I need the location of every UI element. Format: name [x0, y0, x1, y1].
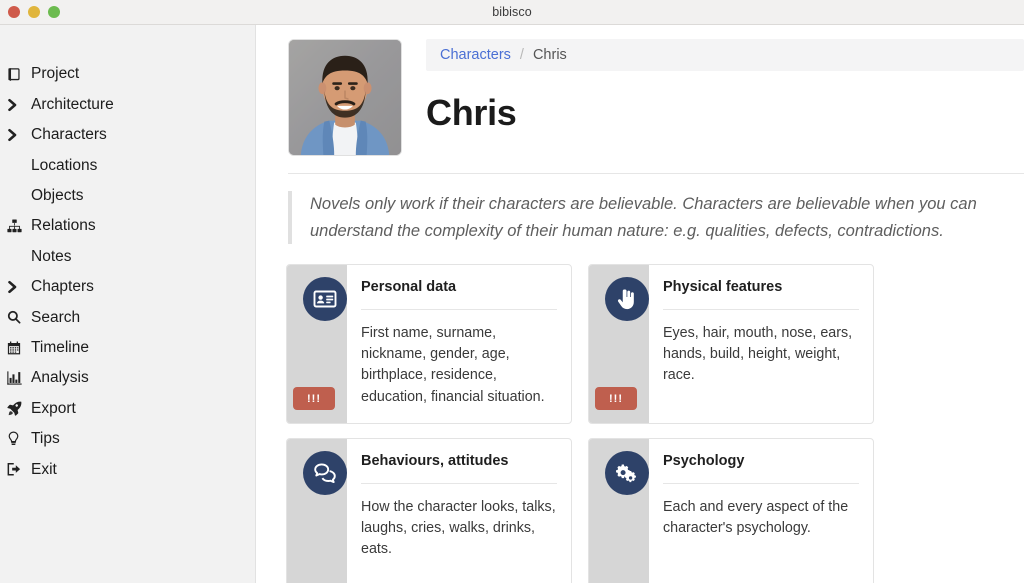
quote-line-2: understand the complexity of their human… — [310, 221, 944, 240]
sidebar-item-locations[interactable]: Locations — [0, 150, 255, 180]
sidebar-item-objects[interactable]: Objects — [0, 181, 255, 211]
chevron-right-icon — [7, 278, 31, 296]
card-description: Eyes, hair, mouth, nose, ears, hands, bu… — [663, 324, 853, 384]
card-title: Behaviours, attitudes — [361, 453, 509, 470]
chevron-right-icon — [7, 126, 31, 144]
breadcrumb-separator: / — [519, 47, 524, 63]
sidebar-item-spacer — [7, 248, 31, 266]
sidebar-item-project[interactable]: Project — [0, 59, 255, 89]
breadcrumb: Characters / Chris — [426, 39, 1024, 71]
page-title: Chris — [426, 92, 517, 133]
card-description: Each and every aspect of the character's… — [663, 498, 849, 537]
card-title: Personal data — [361, 279, 457, 296]
lightbulb-icon — [7, 430, 31, 448]
sidebar-item-label: Tips — [31, 430, 60, 448]
header-divider — [288, 173, 1024, 174]
sidebar-item-label: Export — [31, 399, 76, 417]
window-title-bar: bibisco — [0, 0, 1024, 25]
rocket-icon — [7, 399, 31, 417]
card-psychology[interactable]: Psychology Each and every aspect of the c… — [588, 438, 874, 583]
window-title: bibisco — [492, 5, 532, 19]
sidebar-item-label: Exit — [31, 460, 57, 478]
character-header: Characters / Chris Chris — [256, 25, 1024, 156]
sidebar-item-label: Relations — [31, 217, 96, 235]
sidebar-item-search[interactable]: Search — [0, 302, 255, 332]
breadcrumb-current: Chris — [532, 47, 567, 63]
sidebar-item-label: Characters — [31, 126, 107, 144]
header-right: Characters / Chris Chris — [402, 39, 1024, 131]
sidebar-item-label: Locations — [31, 156, 98, 174]
search-icon — [7, 308, 31, 326]
card-body: Personal data First name, surname, nickna… — [347, 265, 571, 423]
sidebar-item-spacer — [7, 156, 31, 174]
character-info-cards: !!! Personal data First name, surname, nic… — [286, 264, 906, 583]
intro-quote: Novels only work if their characters are… — [288, 191, 1024, 245]
card-behaviours-attitudes[interactable]: Behaviours, attitudes How the character l… — [286, 438, 572, 583]
sidebar-item-label: Timeline — [31, 338, 89, 356]
sidebar-item-exit[interactable]: Exit — [0, 454, 255, 484]
close-button[interactable] — [8, 6, 20, 18]
main-content: Characters / Chris Chris Novels only wor… — [256, 25, 1024, 583]
app-shell: Project Architecture Characters Locations Ob… — [0, 25, 1024, 583]
card-status-badge: !!! — [595, 387, 637, 411]
card-description: How the character looks, talks, laughs, … — [361, 498, 556, 558]
sidebar-item-characters[interactable]: Characters — [0, 120, 255, 150]
card-status-badge: !!! — [293, 387, 335, 411]
sidebar-item-analysis[interactable]: Analysis — [0, 363, 255, 393]
sidebar-item-label: Architecture — [31, 95, 114, 113]
chevron-right-icon — [7, 96, 31, 114]
sidebar-item-relations[interactable]: Relations — [0, 211, 255, 241]
sidebar-item-export[interactable]: Export — [0, 393, 255, 423]
avatar[interactable] — [288, 39, 402, 156]
sidebar-item-timeline[interactable]: Timeline — [0, 333, 255, 363]
sidebar-item-label: Objects — [31, 187, 84, 204]
sidebar-item-architecture[interactable]: Architecture — [0, 89, 255, 119]
quote-line-1: Novels only work if their characters are… — [310, 195, 977, 213]
sidebar-item-label: Search — [31, 308, 81, 326]
sidebar-item-label: Analysis — [31, 369, 89, 387]
card-description: First name, surname, nickname, gender, a… — [361, 324, 545, 405]
sidebar-item-spacer — [7, 187, 31, 205]
card-title: Psychology — [663, 453, 745, 470]
calendar-icon — [7, 339, 31, 357]
sidebar-item-chapters[interactable]: Chapters — [0, 272, 255, 302]
sidebar: Project Architecture Characters Locations Ob… — [0, 25, 256, 583]
book-icon — [7, 65, 31, 83]
sitemap-icon — [7, 217, 31, 235]
card-body: Psychology Each and every aspect of the c… — [649, 439, 873, 583]
minimize-button[interactable] — [28, 6, 40, 18]
card-body: Behaviours, attitudes How the character l… — [347, 439, 571, 583]
sidebar-item-label: Project — [31, 65, 80, 83]
sidebar-item-tips[interactable]: Tips — [0, 424, 255, 454]
window-controls — [8, 0, 60, 24]
sign-out-icon — [7, 460, 31, 478]
breadcrumb-link-characters[interactable]: Characters — [440, 47, 511, 63]
sidebar-item-notes[interactable]: Notes — [0, 241, 255, 271]
card-body: Physical features Eyes, hair, mouth, nose… — [649, 265, 873, 423]
card-personal-data[interactable]: !!! Personal data First name, surname, nic… — [286, 264, 572, 425]
bar-chart-icon — [7, 369, 31, 387]
maximize-button[interactable] — [48, 6, 60, 18]
sidebar-item-label: Notes — [31, 247, 72, 265]
card-title: Physical features — [663, 279, 783, 296]
card-physical-features[interactable]: !!! Physical features Eyes, hair, mouth, n… — [588, 264, 874, 425]
sidebar-item-label: Chapters — [31, 278, 94, 296]
